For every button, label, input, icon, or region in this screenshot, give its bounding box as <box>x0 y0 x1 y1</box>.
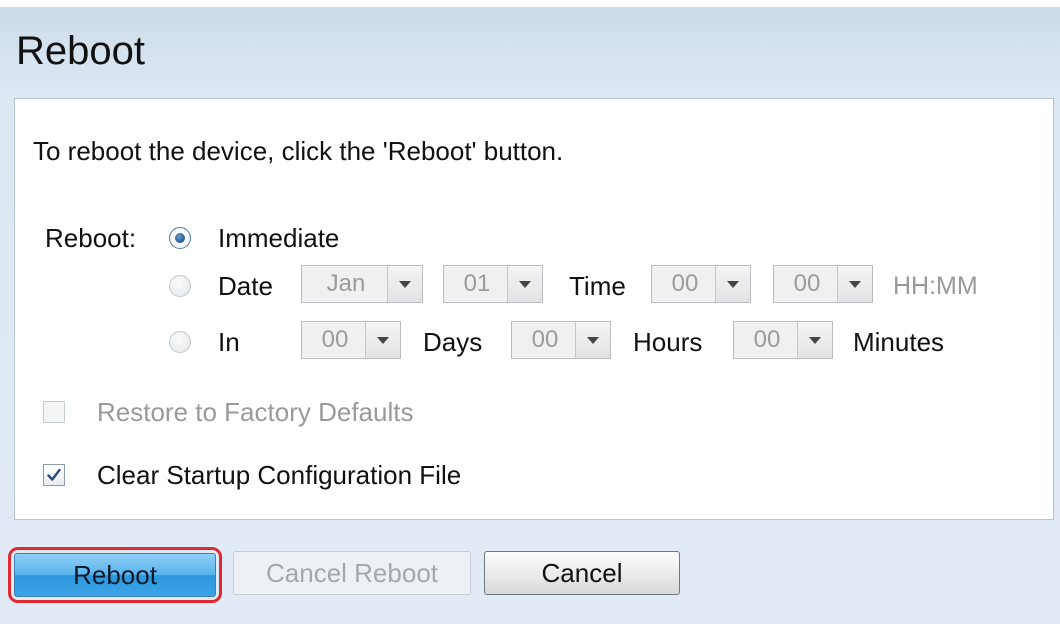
chevron-down-icon <box>797 322 832 358</box>
top-border <box>0 0 1060 7</box>
date-label: Date <box>218 271 273 301</box>
chevron-down-icon <box>837 266 872 302</box>
days-label: Days <box>423 327 483 357</box>
immediate-label: Immediate <box>218 223 340 253</box>
cancel-button[interactable]: Cancel <box>484 551 680 595</box>
hour-value: 00 <box>671 270 699 297</box>
instruction-text: To reboot the device, click the 'Reboot'… <box>33 136 564 166</box>
time-label: Time <box>569 271 626 301</box>
chevron-down-icon <box>575 322 610 358</box>
checkmark-icon <box>47 468 61 481</box>
restore-defaults-label: Restore to Factory Defaults <box>97 397 414 427</box>
minutes-value: 00 <box>753 326 781 353</box>
restore-defaults-checkbox[interactable] <box>43 401 65 423</box>
cancel-reboot-button[interactable]: Cancel Reboot <box>233 551 471 595</box>
chevron-down-icon <box>507 266 542 302</box>
chevron-down-icon <box>387 266 422 302</box>
clear-startup-checkbox[interactable] <box>43 464 65 486</box>
time-format-hint: HH:MM <box>893 272 978 300</box>
minutes-select[interactable]: 00 <box>733 321 833 359</box>
hours-select[interactable]: 00 <box>511 321 611 359</box>
reboot-page: Reboot To reboot the device, click the '… <box>0 0 1060 624</box>
minutes-label: Minutes <box>853 327 945 357</box>
in-label: In <box>218 327 240 357</box>
date-radio[interactable] <box>169 275 191 297</box>
days-select[interactable]: 00 <box>301 321 401 359</box>
day-select[interactable]: 01 <box>443 265 543 303</box>
reboot-button[interactable]: Reboot <box>14 553 216 597</box>
hours-label: Hours <box>633 327 703 357</box>
days-value: 00 <box>321 326 349 353</box>
hours-value: 00 <box>531 326 559 353</box>
reboot-label: Reboot: <box>45 223 137 253</box>
hour-select[interactable]: 00 <box>651 265 751 303</box>
in-radio[interactable] <box>169 331 191 353</box>
reboot-panel: To reboot the device, click the 'Reboot'… <box>14 98 1054 520</box>
page-title: Reboot <box>16 29 145 73</box>
chevron-down-icon <box>365 322 400 358</box>
minute-value: 00 <box>793 270 821 297</box>
chevron-down-icon <box>715 266 750 302</box>
month-value: Jan <box>326 270 366 297</box>
clear-startup-label: Clear Startup Configuration File <box>97 460 462 490</box>
day-value: 01 <box>463 270 491 297</box>
immediate-radio[interactable] <box>169 227 191 249</box>
minute-select[interactable]: 00 <box>773 265 873 303</box>
month-select[interactable]: Jan <box>301 265 423 303</box>
